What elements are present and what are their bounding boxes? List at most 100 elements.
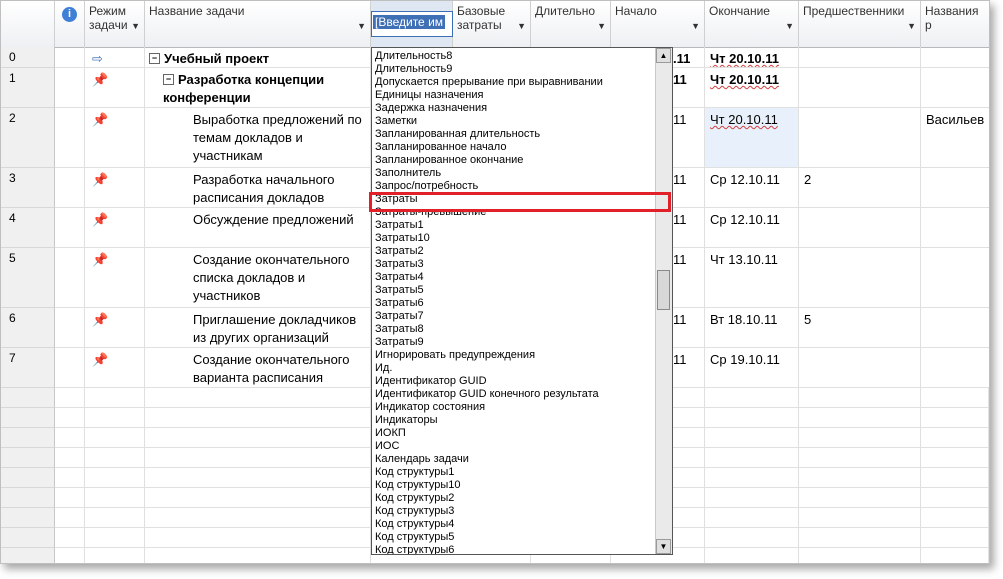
field-option[interactable]: Затраты3: [375, 258, 424, 271]
scroll-down-icon[interactable]: ▼: [656, 539, 671, 554]
field-option[interactable]: Игнорировать предупреждения: [375, 349, 535, 362]
chevron-down-icon[interactable]: ▼: [907, 19, 916, 33]
resources-cell[interactable]: [921, 308, 989, 348]
row-number[interactable]: 3: [1, 168, 55, 208]
empty-cell[interactable]: [85, 448, 145, 468]
field-option[interactable]: Затраты7: [375, 310, 424, 323]
empty-cell[interactable]: [85, 408, 145, 428]
empty-cell[interactable]: [85, 428, 145, 448]
empty-cell[interactable]: [799, 548, 921, 563]
finish-cell[interactable]: Чт 13.10.11: [705, 248, 799, 308]
finish-cell[interactable]: Ср 19.10.11: [705, 348, 799, 388]
empty-cell[interactable]: [85, 388, 145, 408]
resources-cell[interactable]: [921, 68, 989, 108]
header-task-mode[interactable]: Режим задачи ▼: [85, 1, 145, 47]
field-option[interactable]: Код структуры1: [375, 466, 454, 479]
empty-cell[interactable]: [705, 408, 799, 428]
finish-cell[interactable]: Вт 18.10.11: [705, 308, 799, 348]
empty-cell[interactable]: [55, 428, 85, 448]
empty-cell[interactable]: [55, 488, 85, 508]
task-name-cell[interactable]: Выработка предложений по темам докладов …: [145, 108, 371, 168]
empty-cell[interactable]: [145, 388, 371, 408]
task-name-cell[interactable]: Обсуждение предложений: [145, 208, 371, 248]
row-number[interactable]: [1, 508, 55, 528]
finish-cell[interactable]: Чт 20.10.11: [705, 47, 799, 68]
empty-cell[interactable]: [705, 388, 799, 408]
chevron-down-icon[interactable]: ▼: [517, 19, 526, 33]
field-option[interactable]: Допускается прерывание при выравнивании: [375, 76, 603, 89]
task-name-cell[interactable]: − Учебный проект: [145, 47, 371, 68]
header-base-cost[interactable]: Базовые затраты ▼: [453, 1, 531, 47]
collapse-icon[interactable]: −: [163, 74, 174, 85]
row-number[interactable]: 0: [1, 47, 55, 68]
resources-cell[interactable]: Васильев: [921, 108, 989, 168]
row-number[interactable]: [1, 528, 55, 548]
field-option[interactable]: Запланированная длительность: [375, 128, 540, 141]
field-option[interactable]: Индикатор состояния: [375, 401, 485, 414]
empty-cell[interactable]: [921, 408, 989, 428]
finish-cell[interactable]: Ср 12.10.11: [705, 168, 799, 208]
empty-cell[interactable]: [85, 548, 145, 563]
row-number[interactable]: 1: [1, 68, 55, 108]
empty-cell[interactable]: [55, 388, 85, 408]
empty-cell[interactable]: [921, 488, 989, 508]
header-task-name[interactable]: Название задачи ▼: [145, 1, 371, 47]
empty-cell[interactable]: [55, 408, 85, 428]
task-name-cell[interactable]: Создание окончательного варианта расписа…: [145, 348, 371, 388]
empty-cell[interactable]: [145, 408, 371, 428]
empty-cell[interactable]: [55, 468, 85, 488]
row-number[interactable]: 7: [1, 348, 55, 388]
empty-cell[interactable]: [705, 448, 799, 468]
field-option[interactable]: Код структуры4: [375, 518, 454, 531]
row-number[interactable]: [1, 408, 55, 428]
predecessors-cell[interactable]: [799, 68, 921, 108]
task-mode-cell[interactable]: 📌: [85, 208, 145, 248]
chevron-down-icon[interactable]: ▼: [785, 19, 794, 33]
scroll-up-icon[interactable]: ▲: [656, 48, 671, 63]
field-option[interactable]: Ид.: [375, 362, 392, 375]
column-name-input[interactable]: [Введите им: [371, 11, 453, 37]
empty-cell[interactable]: [85, 468, 145, 488]
row-number[interactable]: 4: [1, 208, 55, 248]
task-mode-cell[interactable]: 📌: [85, 248, 145, 308]
empty-cell[interactable]: [799, 388, 921, 408]
field-option[interactable]: Идентификатор GUID конечного результата: [375, 388, 599, 401]
task-name-cell[interactable]: − Разработка концепции конференции: [145, 68, 371, 108]
field-option[interactable]: Затраты5: [375, 284, 424, 297]
finish-cell[interactable]: Чт 20.10.11: [705, 68, 799, 108]
empty-cell[interactable]: [799, 408, 921, 428]
empty-cell[interactable]: [799, 448, 921, 468]
empty-cell[interactable]: [799, 508, 921, 528]
field-option[interactable]: ИОС: [375, 440, 399, 453]
empty-cell[interactable]: [799, 528, 921, 548]
field-option[interactable]: Затраты8: [375, 323, 424, 336]
field-option[interactable]: Идентификатор GUID: [375, 375, 487, 388]
empty-cell[interactable]: [705, 528, 799, 548]
resources-cell[interactable]: [921, 208, 989, 248]
empty-cell[interactable]: [921, 468, 989, 488]
empty-cell[interactable]: [799, 488, 921, 508]
empty-cell[interactable]: [921, 528, 989, 548]
empty-cell[interactable]: [145, 428, 371, 448]
row-number[interactable]: [1, 548, 55, 563]
task-mode-cell[interactable]: 📌: [85, 308, 145, 348]
row-number[interactable]: 6: [1, 308, 55, 348]
field-option[interactable]: Задержка назначения: [375, 102, 487, 115]
empty-cell[interactable]: [55, 508, 85, 528]
field-option[interactable]: Единицы назначения: [375, 89, 483, 102]
row-number[interactable]: [1, 468, 55, 488]
empty-cell[interactable]: [921, 388, 989, 408]
empty-cell[interactable]: [145, 528, 371, 548]
field-option[interactable]: Запланированное окончание: [375, 154, 523, 167]
header-start[interactable]: Начало ▼: [611, 1, 705, 47]
predecessors-cell[interactable]: 5: [799, 308, 921, 348]
field-option[interactable]: Код структуры6: [375, 544, 454, 554]
chevron-down-icon[interactable]: ▼: [131, 19, 140, 33]
resources-cell[interactable]: [921, 248, 989, 308]
empty-cell[interactable]: [85, 488, 145, 508]
row-number[interactable]: 2: [1, 108, 55, 168]
field-option[interactable]: Затраты6: [375, 297, 424, 310]
predecessors-cell[interactable]: [799, 108, 921, 168]
field-option[interactable]: Затраты2: [375, 245, 424, 258]
empty-cell[interactable]: [145, 508, 371, 528]
